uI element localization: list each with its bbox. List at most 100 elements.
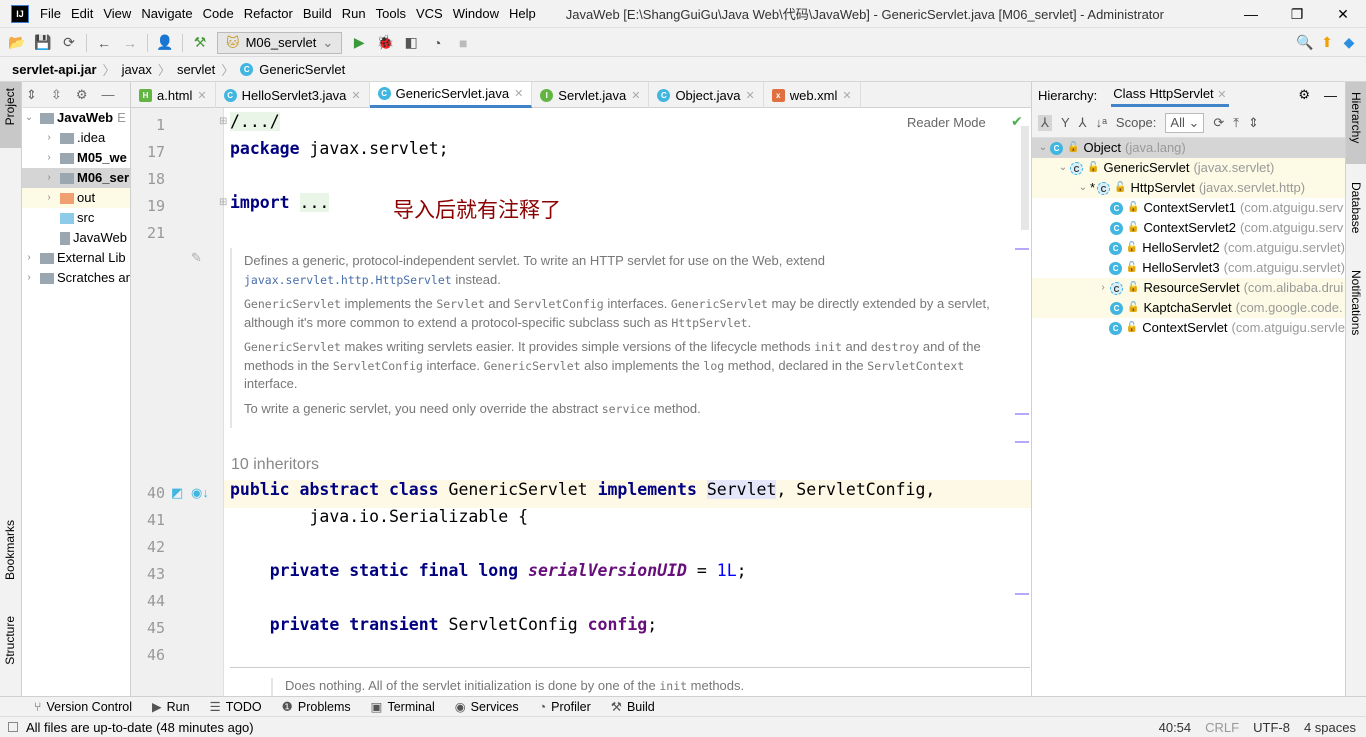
chevron-right-icon[interactable]: › <box>42 148 56 168</box>
breadcrumb-item[interactable]: GenericServlet <box>259 62 345 77</box>
gear-icon[interactable]: ⚙ <box>76 87 88 103</box>
hierarchy-item[interactable]: ⌄ * C 🔓 HttpServlet (javax.servlet.http) <box>1032 178 1345 198</box>
expand-all-icon[interactable]: ⇕ <box>1248 115 1259 131</box>
database-tool-button[interactable]: Database <box>1349 182 1363 233</box>
forward-arrow-icon[interactable]: → <box>121 35 139 51</box>
class-hierarchy-icon[interactable]: ⅄ <box>1079 115 1087 131</box>
tab-servlet-java[interactable]: I Servlet.java ✕ <box>532 82 650 108</box>
edit-pencil-icon[interactable]: ✎ <box>191 250 202 266</box>
sort-alpha-icon[interactable]: ↓ᵃ <box>1096 115 1107 130</box>
chevron-right-icon[interactable]: › <box>42 188 56 208</box>
tab-a-html[interactable]: Ha.html ✕ <box>131 82 216 108</box>
hierarchy-tool-button[interactable]: Hierarchy <box>1349 92 1363 143</box>
menu-help[interactable]: Help <box>509 6 536 21</box>
menu-code[interactable]: Code <box>203 6 234 21</box>
close-tab-icon[interactable]: ✕ <box>631 89 640 102</box>
tab-helloservlet3-java[interactable]: C HelloServlet3.java ✕ <box>216 82 370 108</box>
fold-icon[interactable]: ⊞ <box>219 197 227 208</box>
bookmarks-tool-button[interactable]: Bookmarks <box>3 520 17 580</box>
hierarchy-item[interactable]: C 🔓 HelloServlet2 (com.atguigu.servlet) <box>1032 238 1345 258</box>
chevron-right-icon[interactable]: › <box>42 168 56 188</box>
overridden-marker-icon[interactable]: ◉↓ <box>191 485 209 501</box>
breadcrumb-item[interactable]: javax <box>122 62 152 77</box>
caret-position[interactable]: 40:54 <box>1159 720 1192 735</box>
tab-web-xml[interactable]: x web.xml ✕ <box>764 82 861 108</box>
hierarchy-item[interactable]: › C 🔓 ResourceServlet (com.alibaba.drui <box>1032 278 1345 298</box>
menu-tools[interactable]: Tools <box>376 6 406 21</box>
hierarchy-item[interactable]: C 🔓 KaptchaServlet (com.google.code. <box>1032 298 1345 318</box>
chevron-right-icon[interactable]: › <box>42 128 56 148</box>
project-tree-item[interactable]: src <box>22 208 130 228</box>
menu-build[interactable]: Build <box>303 6 332 21</box>
tool-window-profiler[interactable]: ◔ Profiler <box>539 700 591 714</box>
menu-window[interactable]: Window <box>453 6 499 21</box>
project-tree-item[interactable]: ⌄ JavaWeb E <box>22 108 130 128</box>
notifications-tool-button[interactable]: Notifications <box>1349 270 1363 335</box>
hide-icon[interactable]: — <box>1324 88 1337 103</box>
hide-icon[interactable]: — <box>101 87 114 102</box>
gear-icon[interactable]: ⚙ <box>1298 87 1310 103</box>
file-encoding[interactable]: UTF-8 <box>1253 720 1290 735</box>
line-separator[interactable]: CRLF <box>1205 720 1239 735</box>
minimize-button[interactable]: — <box>1228 0 1274 28</box>
export-icon[interactable]: ⤒ <box>1233 115 1239 131</box>
close-window-button[interactable]: ✕ <box>1320 0 1366 28</box>
debug-icon[interactable]: 🐞 <box>376 34 394 51</box>
reader-mode-button[interactable]: Reader Mode <box>907 115 986 130</box>
tab-genericservlet-java[interactable]: C GenericServlet.java ✕ <box>369 82 533 108</box>
supertypes-hierarchy-icon[interactable]: ⅄ <box>1038 114 1052 131</box>
chevron-down-icon[interactable]: ⌄ <box>1036 138 1050 158</box>
menu-edit[interactable]: Edit <box>71 6 93 21</box>
chevron-down-icon[interactable]: ⌄ <box>1056 158 1070 178</box>
code-editor[interactable]: ✎ ◩ ◉↓ 1 17 18 19 21 40 41 42 43 44 45 46 ⊞ ⊞ /.../… <box>131 108 1031 696</box>
open-folder-icon[interactable]: 📂 <box>8 34 26 51</box>
update-icon[interactable]: ⬆ <box>1318 34 1336 51</box>
project-tree-item[interactable]: › out <box>22 188 130 208</box>
chevron-right-icon[interactable]: › <box>22 248 36 268</box>
stop-icon[interactable]: ■ <box>454 35 472 51</box>
collapse-all-icon[interactable]: ⇳ <box>51 87 62 103</box>
project-tree-item[interactable]: › M06_ser <box>22 168 130 188</box>
close-tab-icon[interactable]: ✕ <box>514 87 523 100</box>
expand-all-icon[interactable]: ⇕ <box>26 87 37 103</box>
run-configuration-select[interactable]: 🐱 M06_servlet ⌄ <box>217 31 343 54</box>
hierarchy-item[interactable]: ⌄ C 🔓 GenericServlet (javax.servlet) <box>1032 158 1345 178</box>
back-arrow-icon[interactable]: ← <box>95 35 113 51</box>
indent-setting[interactable]: 4 spaces <box>1304 720 1356 735</box>
close-tab-icon[interactable]: ✕ <box>351 89 360 102</box>
hierarchy-tab[interactable]: Class HttpServlet ✕ <box>1111 83 1229 107</box>
tool-window-problems[interactable]: ❶ Problems <box>282 699 351 714</box>
status-message[interactable]: All files are up-to-date (48 minutes ago… <box>26 720 254 735</box>
close-icon[interactable]: ✕ <box>1217 89 1226 101</box>
breadcrumb-item[interactable]: servlet <box>177 62 215 77</box>
hierarchy-item[interactable]: C 🔓 ContextServlet1 (com.atguigu.serv <box>1032 198 1345 218</box>
toolbox-icon[interactable]: ◆ <box>1340 34 1358 51</box>
fold-icon[interactable]: ⊞ <box>219 116 227 127</box>
tool-window-terminal[interactable]: ▣ Terminal <box>371 699 435 714</box>
menu-navigate[interactable]: Navigate <box>141 6 192 21</box>
project-tree-item[interactable]: › External Lib <box>22 248 130 268</box>
project-tree-item[interactable]: › M05_we <box>22 148 130 168</box>
hierarchy-item[interactable]: ⌄ C 🔓 Object (java.lang) <box>1032 138 1345 158</box>
scope-select[interactable]: All ⌄ <box>1165 112 1205 133</box>
build-hammer-icon[interactable]: ⚒ <box>191 34 209 51</box>
menu-run[interactable]: Run <box>342 6 366 21</box>
hierarchy-item[interactable]: C 🔓 ContextServlet (com.atguigu.servle <box>1032 318 1345 338</box>
tool-window-services[interactable]: ◉ Services <box>455 699 519 714</box>
breadcrumb-item[interactable]: servlet-api.jar <box>12 62 97 77</box>
user-dropdown-icon[interactable]: 👤 <box>156 34 174 51</box>
project-tool-button[interactable]: Project <box>3 88 17 125</box>
menu-vcs[interactable]: VCS <box>416 6 443 21</box>
chevron-right-icon[interactable]: › <box>22 268 36 288</box>
hierarchy-item[interactable]: C 🔓 HelloServlet3 (com.atguigu.servlet) <box>1032 258 1345 278</box>
subtypes-icon[interactable]: Y <box>1061 115 1070 130</box>
project-tree-item[interactable]: › .idea <box>22 128 130 148</box>
close-tab-icon[interactable]: ✕ <box>745 89 754 102</box>
implements-marker-icon[interactable]: ◩ <box>171 485 183 501</box>
save-icon[interactable]: 💾 <box>34 34 52 51</box>
chevron-down-icon[interactable]: ⌄ <box>1076 178 1090 198</box>
close-tab-icon[interactable]: ✕ <box>842 89 851 102</box>
chevron-down-icon[interactable]: ⌄ <box>22 108 36 128</box>
refresh-icon[interactable]: ⟳ <box>1213 115 1224 131</box>
hierarchy-item[interactable]: C 🔓 ContextServlet2 (com.atguigu.serv <box>1032 218 1345 238</box>
